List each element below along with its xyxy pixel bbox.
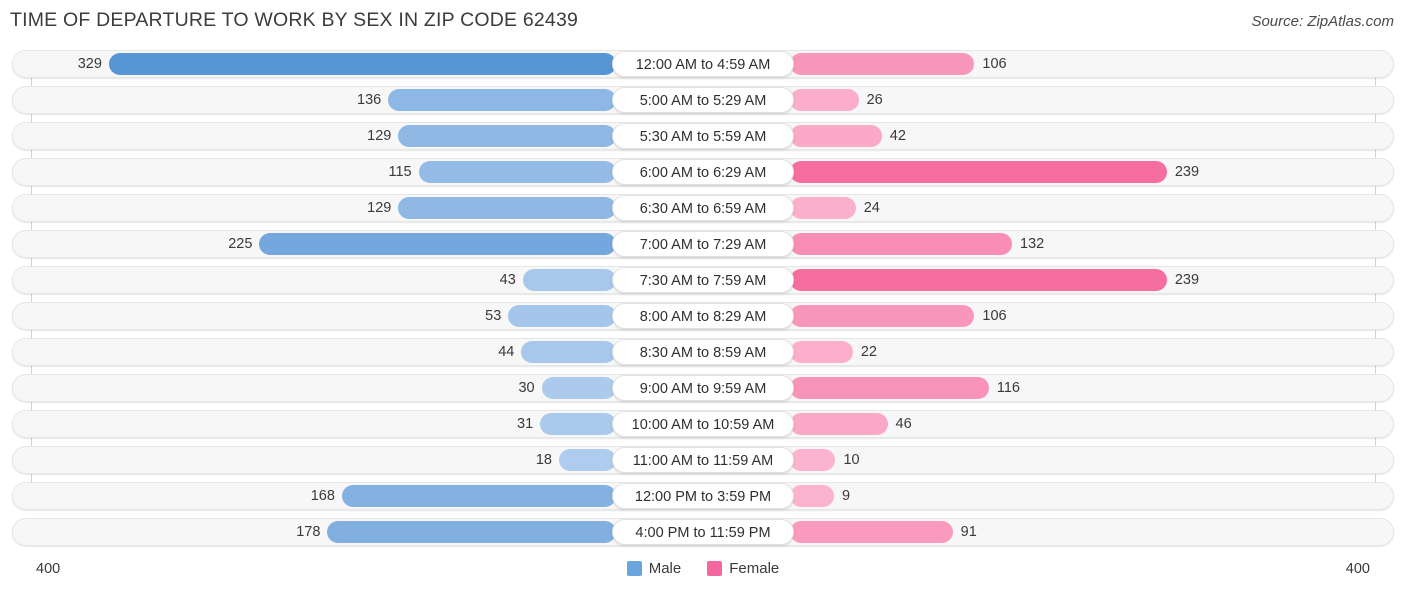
- bar-female[interactable]: [790, 233, 1012, 255]
- chart-row: 129 42 5:30 AM to 5:59 AM: [12, 122, 1394, 150]
- bar-value-female: 106: [982, 308, 1007, 324]
- bar-value-male: 129: [367, 128, 392, 144]
- category-label-pill: 5:00 AM to 5:29 AM: [612, 87, 794, 113]
- bar-value-female: 91: [960, 524, 977, 540]
- bar-female[interactable]: [790, 161, 1167, 183]
- bar-value-female: 22: [860, 344, 877, 360]
- bar-value-female: 239: [1174, 272, 1200, 288]
- bar-value-female: 26: [866, 92, 883, 108]
- bar-male[interactable]: [398, 197, 616, 219]
- chart-row: 43 239 7:30 AM to 7:59 AM: [12, 266, 1394, 294]
- bar-value-male: 18: [535, 452, 552, 468]
- chart-row: 115 239 6:00 AM to 6:29 AM: [12, 158, 1394, 186]
- chart-row: 178 91 4:00 PM to 11:59 PM: [12, 518, 1394, 546]
- legend-item-female[interactable]: Female: [707, 560, 779, 577]
- bar-male[interactable]: [108, 53, 616, 75]
- category-label-pill: 4:00 PM to 11:59 PM: [612, 519, 794, 545]
- bar-male[interactable]: [341, 485, 616, 507]
- bar-value-female: 132: [1020, 236, 1045, 252]
- legend-swatch-female: [707, 561, 723, 576]
- bar-value-male: 115: [388, 164, 412, 180]
- bar-value-male: 129: [367, 200, 392, 216]
- chart-row: 18 10 11:00 AM to 11:59 AM: [12, 446, 1394, 474]
- bar-female[interactable]: [790, 341, 853, 363]
- bar-value-male: 44: [498, 344, 515, 360]
- legend-label-male: Male: [648, 560, 682, 577]
- chart-row: 168 9 12:00 PM to 3:59 PM: [12, 482, 1394, 510]
- legend-label-female: Female: [729, 560, 780, 577]
- chart-row: 225 132 7:00 AM to 7:29 AM: [12, 230, 1394, 258]
- page-title: TIME OF DEPARTURE TO WORK BY SEX IN ZIP …: [10, 9, 579, 31]
- category-label-pill: 6:00 AM to 6:29 AM: [612, 159, 794, 185]
- bar-male[interactable]: [259, 233, 616, 255]
- chart-plot-area: 329 106 12:00 AM to 4:59 AM 136 26 5:00 AM to…: [0, 50, 1406, 554]
- category-label-pill: 8:00 AM to 8:29 AM: [612, 303, 794, 329]
- bar-value-male: 168: [310, 488, 335, 504]
- chart-row: 30 116 9:00 AM to 9:59 AM: [12, 374, 1394, 402]
- chart-page: TIME OF DEPARTURE TO WORK BY SEX IN ZIP …: [0, 0, 1406, 595]
- bar-male[interactable]: [327, 521, 616, 543]
- bar-female[interactable]: [790, 125, 882, 147]
- legend-item-male[interactable]: Male: [626, 560, 682, 577]
- category-label-pill: 7:00 AM to 7:29 AM: [612, 231, 794, 257]
- chart-row: 44 22 8:30 AM to 8:59 AM: [12, 338, 1394, 366]
- bar-male[interactable]: [540, 413, 616, 435]
- category-label-pill: 6:30 AM to 6:59 AM: [612, 195, 794, 221]
- bar-female[interactable]: [790, 377, 989, 399]
- bar-male[interactable]: [388, 89, 616, 111]
- bar-male[interactable]: [418, 161, 616, 183]
- bar-value-male: 178: [296, 524, 321, 540]
- bar-female[interactable]: [790, 413, 888, 435]
- chart-row: 53 106 8:00 AM to 8:29 AM: [12, 302, 1394, 330]
- bar-female[interactable]: [790, 449, 836, 471]
- chart-legend: Male Female: [0, 560, 1406, 577]
- bar-female[interactable]: [790, 305, 975, 327]
- chart-row: 129 24 6:30 AM to 6:59 AM: [12, 194, 1394, 222]
- bar-value-female: 9: [842, 488, 851, 504]
- bar-male[interactable]: [521, 341, 616, 363]
- category-label-pill: 9:00 AM to 9:59 AM: [612, 375, 794, 401]
- category-label-pill: 11:00 AM to 11:59 AM: [612, 447, 794, 473]
- category-label-pill: 5:30 AM to 5:59 AM: [612, 123, 794, 149]
- category-label-pill: 7:30 AM to 7:59 AM: [612, 267, 794, 293]
- bar-value-male: 30: [518, 380, 535, 396]
- category-label-pill: 8:30 AM to 8:59 AM: [612, 339, 794, 365]
- bar-value-female: 106: [982, 56, 1007, 72]
- bar-value-male: 43: [499, 272, 516, 288]
- bar-female[interactable]: [790, 521, 953, 543]
- chart-row: 31 46 10:00 AM to 10:59 AM: [12, 410, 1394, 438]
- bar-male[interactable]: [522, 269, 616, 291]
- bar-value-male: 136: [357, 92, 382, 108]
- chart-row: 329 106 12:00 AM to 4:59 AM: [12, 50, 1394, 78]
- chart-row: 136 26 5:00 AM to 5:29 AM: [12, 86, 1394, 114]
- bar-value-female: 24: [863, 200, 880, 216]
- bar-value-female: 239: [1174, 164, 1200, 180]
- bar-value-female: 42: [889, 128, 906, 144]
- bar-female[interactable]: [790, 197, 856, 219]
- bar-male[interactable]: [558, 449, 616, 471]
- bar-female[interactable]: [790, 269, 1167, 291]
- category-label-pill: 10:00 AM to 10:59 AM: [612, 411, 794, 437]
- bar-value-male: 225: [228, 236, 253, 252]
- bar-value-male: 53: [485, 308, 502, 324]
- source-attribution: Source: ZipAtlas.com: [1251, 13, 1394, 30]
- bar-male[interactable]: [398, 125, 616, 147]
- bar-value-female: 46: [895, 416, 912, 432]
- bar-female[interactable]: [790, 485, 835, 507]
- bar-female[interactable]: [790, 89, 859, 111]
- bar-male[interactable]: [541, 377, 616, 399]
- legend-swatch-male: [626, 561, 642, 576]
- category-label-pill: 12:00 AM to 4:59 AM: [612, 51, 794, 77]
- bar-value-female: 116: [996, 380, 1020, 396]
- bar-value-female: 10: [843, 452, 860, 468]
- category-label-pill: 12:00 PM to 3:59 PM: [612, 483, 794, 509]
- bar-value-male: 31: [517, 416, 534, 432]
- bar-female[interactable]: [790, 53, 975, 75]
- bar-value-male: 329: [77, 56, 102, 72]
- bar-male[interactable]: [508, 305, 616, 327]
